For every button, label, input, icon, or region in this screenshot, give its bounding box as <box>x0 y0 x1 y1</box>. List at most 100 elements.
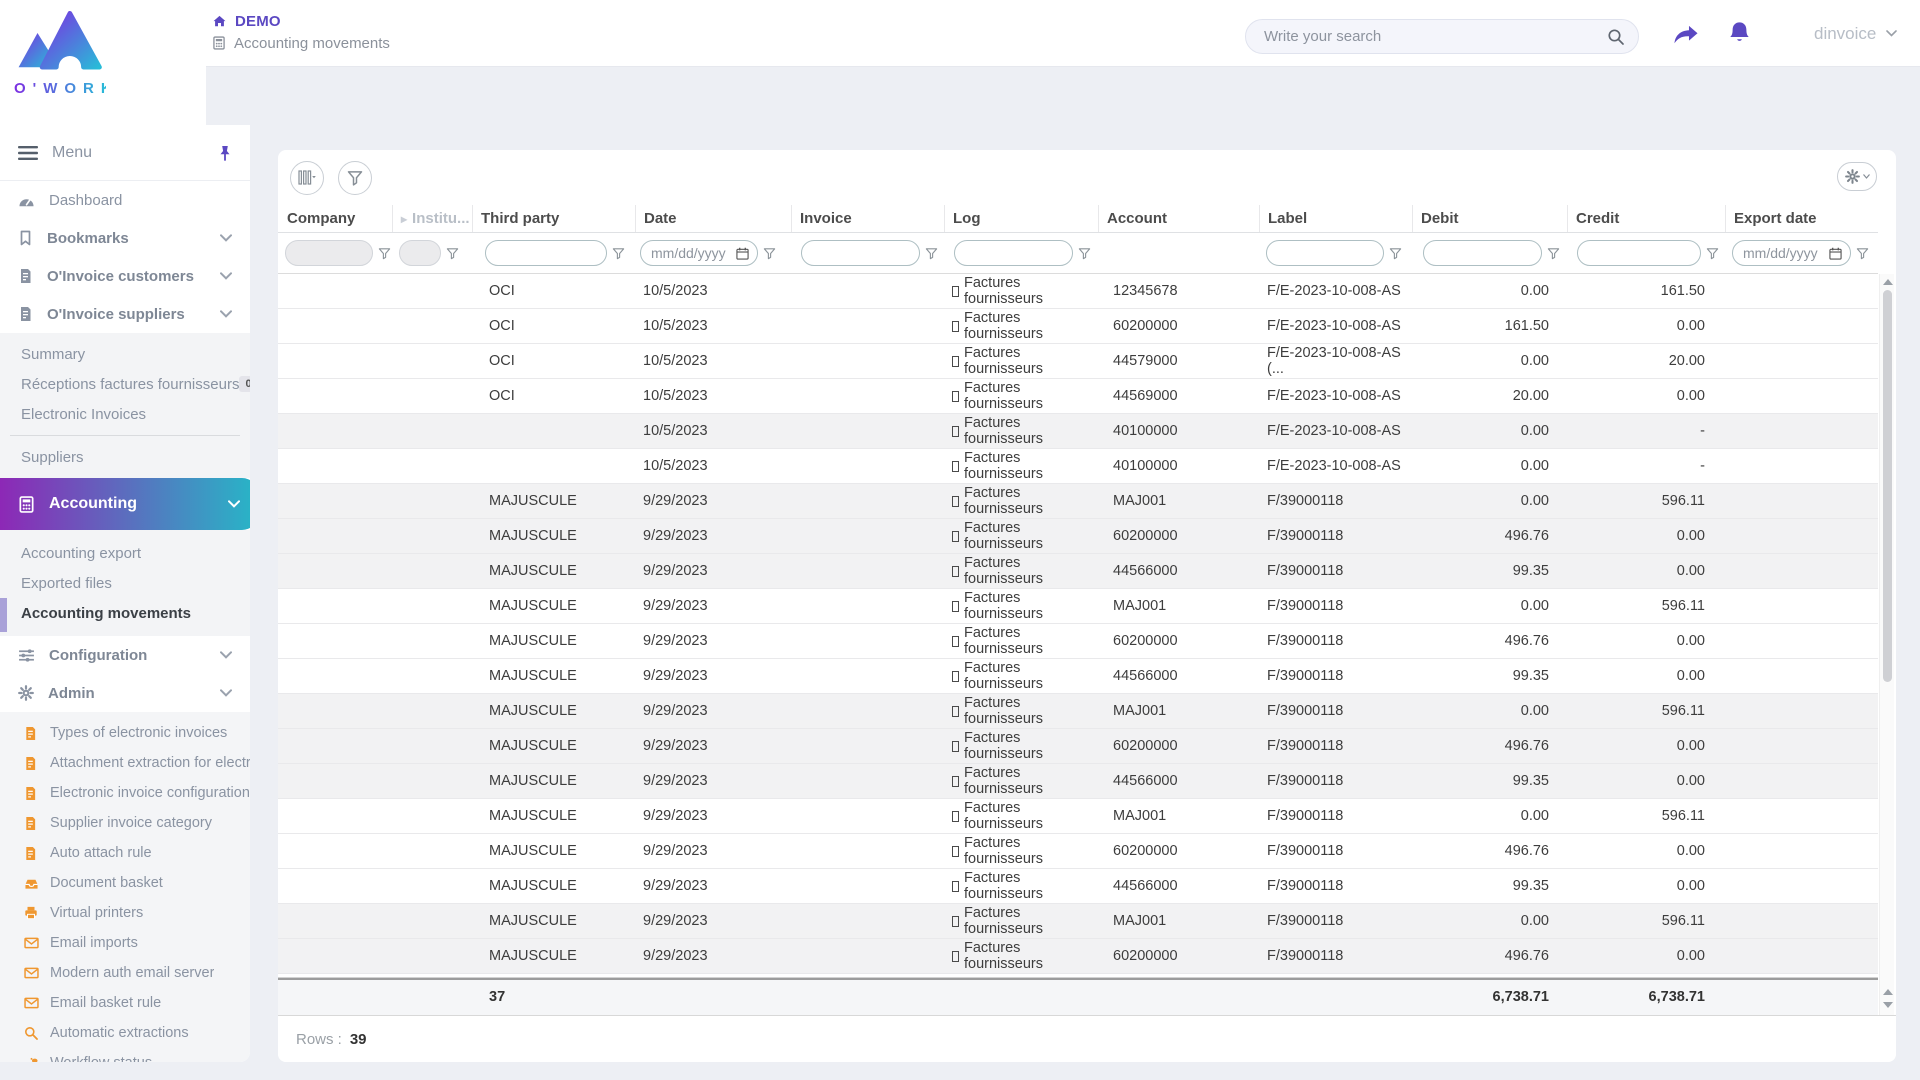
sidebar-admin-item[interactable]: Email basket rule <box>0 988 250 1018</box>
col-header-third-party[interactable]: Third party <box>472 205 635 232</box>
cell-label: F/39000118 <box>1267 913 1344 929</box>
filter-funnel-icon[interactable] <box>1706 247 1719 260</box>
sidebar-item-receptions[interactable]: Réceptions factures fournisseurs 0 <box>0 369 250 399</box>
sidebar-admin-item[interactable]: Automatic extractions <box>0 1018 250 1048</box>
table-row[interactable]: 10/5/2023 Factures fournisseurs 40100000… <box>278 449 1878 484</box>
table-row[interactable]: MAJUSCULE 9/29/2023 Factures fournisseur… <box>278 694 1878 729</box>
table-row[interactable]: MAJUSCULE 9/29/2023 Factures fournisseur… <box>278 729 1878 764</box>
table-row[interactable]: OCI 10/5/2023 Factures fournisseurs 4457… <box>278 344 1878 379</box>
sidebar-admin-item[interactable]: Email imports <box>0 928 250 958</box>
sidebar-item-summary[interactable]: Summary <box>0 339 250 369</box>
filter-button[interactable] <box>338 160 372 195</box>
table-row[interactable]: MAJUSCULE 9/29/2023 Factures fournisseur… <box>278 939 1878 974</box>
scroll-up-icon[interactable] <box>1883 279 1893 285</box>
sidebar-item-electronic-invoices[interactable]: Electronic Invoices <box>0 399 250 429</box>
col-header-debit[interactable]: Debit <box>1412 205 1567 232</box>
gear-icon <box>18 685 34 701</box>
col-header-log[interactable]: Log <box>944 205 1098 232</box>
share-button[interactable] <box>1671 0 1701 67</box>
col-header-institution[interactable]: ▸ Institu... <box>392 205 472 232</box>
table-row[interactable]: MAJUSCULE 9/29/2023 Factures fournisseur… <box>278 659 1878 694</box>
filter-credit-input[interactable] <box>1577 240 1701 266</box>
filter-funnel-icon[interactable] <box>1389 247 1402 260</box>
filter-third-party-input[interactable] <box>485 240 607 266</box>
sidebar-admin-item[interactable]: Types of electronic invoices <box>0 718 250 748</box>
table-row[interactable]: MAJUSCULE 9/29/2023 Factures fournisseur… <box>278 869 1878 904</box>
col-header-export-date[interactable]: Export date <box>1725 205 1877 232</box>
sidebar-admin-item[interactable]: Modern auth email server <box>0 958 250 988</box>
sidebar-item-oinvoice-suppliers[interactable]: O'Invoice suppliers <box>0 295 250 333</box>
grid-settings-button[interactable] <box>1837 162 1877 191</box>
filter-funnel-icon[interactable] <box>1547 247 1560 260</box>
search-icon[interactable] <box>1607 28 1625 46</box>
table-row[interactable]: MAJUSCULE 9/29/2023 Factures fournisseur… <box>278 764 1878 799</box>
table-row[interactable]: MAJUSCULE 9/29/2023 Factures fournisseur… <box>278 484 1878 519</box>
filter-debit-input[interactable] <box>1423 240 1542 266</box>
sidebar-admin-item[interactable]: Workflow status <box>0 1048 250 1062</box>
filter-funnel-icon[interactable] <box>378 247 391 260</box>
filter-funnel-icon[interactable] <box>612 247 625 260</box>
sidebar-item-suppliers[interactable]: Suppliers <box>0 442 250 472</box>
filter-date-input[interactable]: mm/dd/yyyy <box>640 240 758 266</box>
filter-funnel-icon[interactable] <box>1856 247 1869 260</box>
filter-invoice-input[interactable] <box>801 240 920 266</box>
user-menu[interactable]: dinvoice <box>1814 0 1898 67</box>
sidebar-item-accounting-export[interactable]: Accounting export <box>0 538 250 568</box>
col-header-label[interactable]: Label <box>1259 205 1412 232</box>
filter-export-date-input[interactable]: mm/dd/yyyy <box>1732 240 1851 266</box>
cell-log: Factures fournisseurs <box>944 904 1098 938</box>
scroll-up-icon[interactable] <box>1883 989 1893 995</box>
filter-funnel-icon[interactable] <box>925 247 938 260</box>
sidebar-item-dashboard[interactable]: Dashboard <box>0 181 250 219</box>
filter-funnel-icon[interactable] <box>1078 247 1091 260</box>
table-row[interactable]: OCI 10/5/2023 Factures fournisseurs 4456… <box>278 379 1878 414</box>
sidebar-item-exported-files[interactable]: Exported files <box>0 568 250 598</box>
filter-label-input[interactable] <box>1266 240 1384 266</box>
pin-icon[interactable] <box>218 145 232 161</box>
sidebar-item-admin[interactable]: Admin <box>0 674 250 712</box>
col-header-account[interactable]: Account <box>1098 205 1259 232</box>
scroll-down-icon[interactable] <box>1883 1002 1893 1008</box>
table-row[interactable]: MAJUSCULE 9/29/2023 Factures fournisseur… <box>278 834 1878 869</box>
sidebar-menu-header[interactable]: Menu <box>0 125 250 181</box>
table-row[interactable]: MAJUSCULE 9/29/2023 Factures fournisseur… <box>278 519 1878 554</box>
table-row[interactable]: MAJUSCULE 9/29/2023 Factures fournisseur… <box>278 624 1878 659</box>
filter-log-input[interactable] <box>954 240 1073 266</box>
sidebar-admin-item[interactable]: Supplier invoice category <box>0 808 250 838</box>
filter-funnel-icon[interactable] <box>446 247 459 260</box>
table-row[interactable]: OCI 10/5/2023 Factures fournisseurs 1234… <box>278 274 1878 309</box>
search-bar[interactable] <box>1245 19 1639 54</box>
sidebar-item-configuration[interactable]: Configuration <box>0 636 250 674</box>
column-chooser-button[interactable] <box>290 160 324 195</box>
sidebar-item-accounting[interactable]: Accounting <box>0 478 250 530</box>
table-row[interactable]: MAJUSCULE 9/29/2023 Factures fournisseur… <box>278 589 1878 624</box>
table-row[interactable]: OCI 10/5/2023 Factures fournisseurs 6020… <box>278 309 1878 344</box>
hamburger-icon[interactable] <box>18 145 38 161</box>
breadcrumb-home[interactable]: DEMO <box>235 13 281 30</box>
table-row[interactable]: MAJUSCULE 9/29/2023 Factures fournisseur… <box>278 904 1878 939</box>
table-row[interactable]: MAJUSCULE 9/29/2023 Factures fournisseur… <box>278 554 1878 589</box>
col-header-credit[interactable]: Credit <box>1567 205 1725 232</box>
sidebar-admin-item[interactable]: Attachment extraction for electroni <box>0 748 250 778</box>
table-row[interactable]: 10/5/2023 Factures fournisseurs 40100000… <box>278 414 1878 449</box>
sidebar-item-oinvoice-customers[interactable]: O'Invoice customers <box>0 257 250 295</box>
col-header-company[interactable]: Company <box>278 205 392 232</box>
sidebar-admin-item[interactable]: Electronic invoice configuration <box>0 778 250 808</box>
sidebar-item-bookmarks[interactable]: Bookmarks <box>0 219 250 257</box>
scrollbar-thumb[interactable] <box>1883 290 1892 682</box>
sidebar-admin-item[interactable]: Virtual printers <box>0 898 250 928</box>
owork-logo[interactable] <box>14 6 106 83</box>
vertical-scrollbar[interactable] <box>1879 274 1894 1015</box>
table-row[interactable]: MAJUSCULE 9/29/2023 Factures fournisseur… <box>278 799 1878 834</box>
notifications-bell-icon[interactable] <box>1727 0 1752 67</box>
sidebar-admin-item[interactable]: Document basket <box>0 868 250 898</box>
search-input[interactable] <box>1246 28 1607 45</box>
filter-funnel-icon[interactable] <box>763 247 776 260</box>
cell-export-date <box>1725 939 1877 973</box>
missing-glyph-icon <box>952 810 959 822</box>
col-header-invoice[interactable]: Invoice <box>791 205 944 232</box>
sidebar-item-accounting-movements[interactable]: Accounting movements <box>0 598 250 628</box>
printer-icon <box>24 906 39 920</box>
col-header-date[interactable]: Date <box>635 205 791 232</box>
sidebar-admin-item[interactable]: Auto attach rule <box>0 838 250 868</box>
